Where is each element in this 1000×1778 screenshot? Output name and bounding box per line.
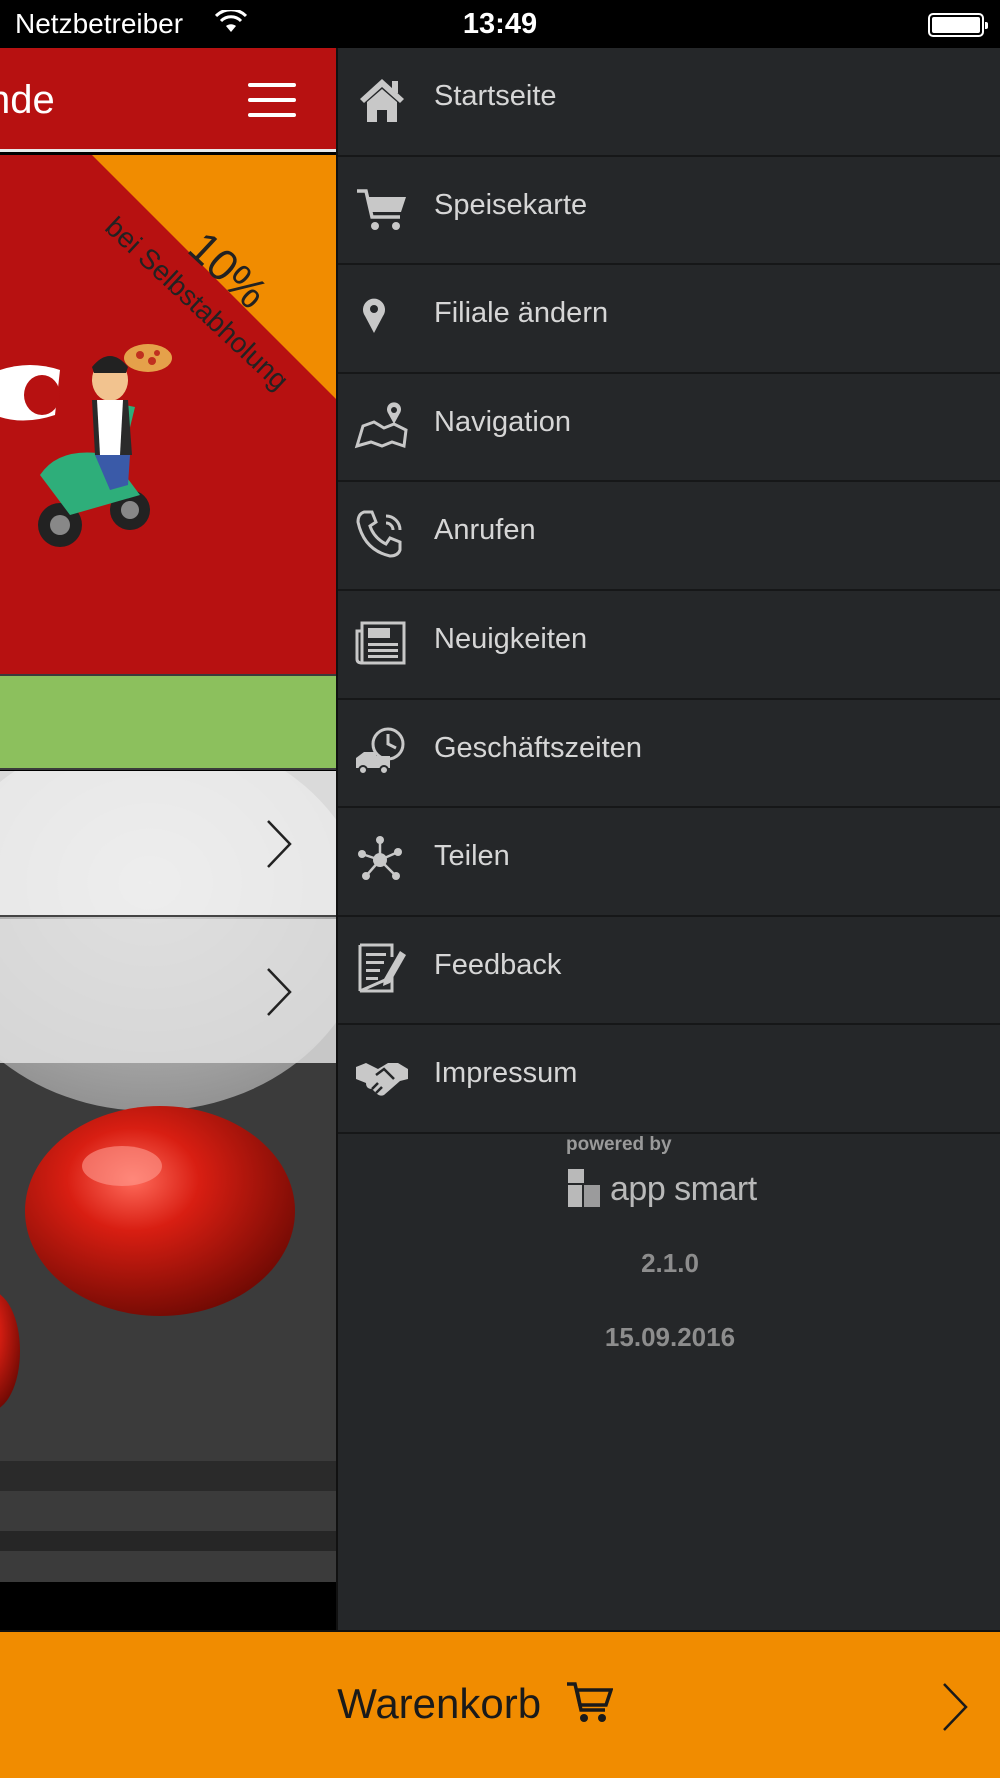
chevron-right-icon[interactable] xyxy=(942,1682,968,1732)
map-icon xyxy=(354,402,408,448)
status-bar: Netzbetreiber 13:49 xyxy=(0,0,1000,48)
side-menu: Startseite Speisekarte Filiale ändern Na… xyxy=(336,48,1000,1630)
list-row-2[interactable] xyxy=(0,919,336,1063)
clock: 13:49 xyxy=(462,8,538,40)
cart-icon xyxy=(357,188,406,230)
chevron-right-icon xyxy=(267,820,292,868)
menu-item-neuigkeiten[interactable]: Neuigkeiten xyxy=(338,591,1000,700)
promo-banner: 10% bei Selbstabholung xyxy=(0,155,336,720)
app-header: nde xyxy=(0,48,336,152)
app-smart-logo-icon xyxy=(568,1169,600,1207)
chevron-right-icon xyxy=(267,968,292,1016)
newspaper-icon xyxy=(355,621,406,665)
menu-item-feedback[interactable]: Feedback xyxy=(338,917,1000,1026)
menu-item-anrufen[interactable]: Anrufen xyxy=(338,482,1000,591)
menu-item-geschaeftszeiten[interactable]: Geschäftszeiten xyxy=(338,700,1000,809)
cart-icon xyxy=(566,1682,613,1722)
green-action-bar[interactable] xyxy=(0,674,336,770)
menu-item-navigation[interactable]: Navigation xyxy=(338,374,1000,483)
home-icon xyxy=(360,79,404,122)
app-smart-logo-text: app smart xyxy=(610,1169,757,1208)
phone-icon xyxy=(356,510,402,558)
feedback-icon xyxy=(358,943,406,993)
handshake-icon xyxy=(356,1063,408,1097)
cart-label: Warenkorb xyxy=(337,1680,542,1727)
app-release-date: 15.09.2016 xyxy=(604,1322,736,1352)
powered-by-label: powered by xyxy=(566,1134,672,1155)
menu-item-teilen[interactable]: Teilen xyxy=(338,808,1000,917)
hamburger-menu-icon[interactable] xyxy=(248,83,296,117)
menu-item-speisekarte[interactable]: Speisekarte xyxy=(338,157,1000,266)
menu-item-startseite[interactable]: Startseite xyxy=(338,48,1000,157)
menu-item-impressum[interactable]: Impressum xyxy=(338,1025,1000,1134)
cart-bar[interactable]: Warenkorb xyxy=(0,1630,1000,1778)
share-icon xyxy=(358,836,402,881)
battery-icon xyxy=(928,13,988,37)
app-version: 2.1.0 xyxy=(641,1248,699,1278)
delivery-clock-icon xyxy=(356,727,405,775)
app-smart-logo[interactable]: app smart xyxy=(566,1164,757,1214)
list-row-1[interactable] xyxy=(0,771,336,917)
logo-mascot-image xyxy=(0,344,172,547)
menu-item-filiale[interactable]: Filiale ändern xyxy=(338,265,1000,374)
cart-button[interactable]: Warenkorb xyxy=(0,1678,950,1728)
map-pin-icon xyxy=(363,298,385,334)
app-background: nde 10% bei Selbstabholung xyxy=(0,48,336,1630)
app-title: nde xyxy=(0,78,55,122)
